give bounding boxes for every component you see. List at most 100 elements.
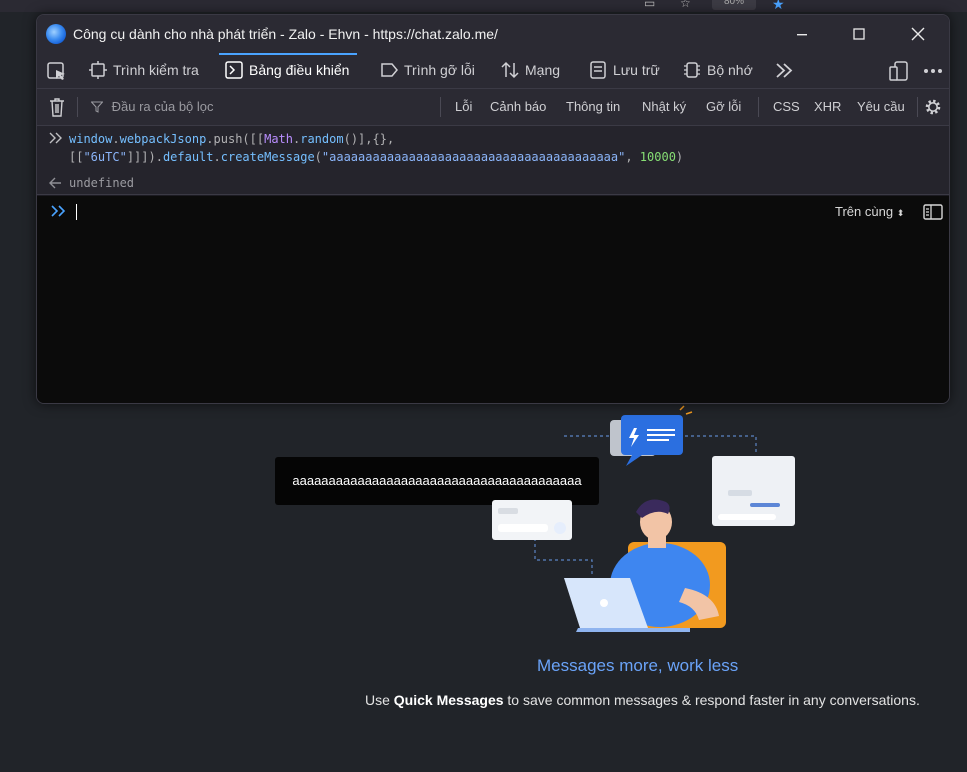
- console-result-entry[interactable]: undefined: [37, 172, 949, 195]
- responsive-design-icon: [889, 61, 908, 81]
- console-input-code: window.webpackJsonp.push([[Math.random()…: [69, 130, 683, 166]
- filter-warnings-button[interactable]: Cảnh báo: [490, 89, 546, 125]
- filter-placeholder: Đầu ra của bộ lọc: [111, 99, 214, 114]
- firefox-icon: [46, 24, 66, 44]
- filter-css-button[interactable]: CSS: [773, 89, 800, 125]
- quick-messages-subtitle: Use Quick Messages to save common messag…: [365, 692, 920, 708]
- responsive-design-button[interactable]: [889, 53, 909, 88]
- chevron-double-right-icon: [776, 63, 793, 78]
- divider: [77, 97, 78, 117]
- code-token: ]]]).: [126, 150, 163, 164]
- chevron-double-right-icon: [49, 132, 62, 144]
- picker-icon: [47, 62, 65, 80]
- clear-console-button[interactable]: [49, 89, 65, 125]
- code-token: [[: [69, 150, 84, 164]
- memory-icon: [684, 62, 700, 78]
- devtools-titlebar[interactable]: Công cụ dành cho nhà phát triển - Zalo -…: [37, 15, 949, 53]
- code-token: .push([[: [206, 132, 265, 146]
- quick-messages-illustration: [492, 405, 795, 632]
- chevron-double-right-icon: [51, 205, 66, 217]
- code-token: (: [314, 150, 322, 164]
- filter-errors-button[interactable]: Lỗi: [455, 89, 472, 125]
- tab-memory-label: Bộ nhớ: [707, 62, 753, 78]
- debugger-icon: [381, 63, 398, 77]
- window-title: Công cụ dành cho nhà phát triển - Zalo -…: [73, 26, 498, 42]
- devtools-menu-button[interactable]: [923, 53, 943, 88]
- tab-memory[interactable]: Bộ nhớ: [683, 53, 753, 88]
- console-input-line[interactable]: Trên cùng ⬍: [37, 196, 949, 403]
- more-tabs-button[interactable]: [775, 53, 793, 88]
- code-token: ): [675, 150, 684, 164]
- subtitle-suffix: to save common messages & respond faster…: [503, 692, 920, 708]
- text-caret: [76, 204, 77, 220]
- tab-inspector-label: Trình kiểm tra: [113, 62, 199, 78]
- code-token: webpackJsonp: [119, 132, 207, 146]
- code-token: ()],{},: [343, 132, 395, 146]
- tab-inspector[interactable]: Trình kiểm tra: [89, 53, 199, 88]
- divider: [440, 97, 441, 117]
- devtools-window: Công cụ dành cho nhà phát triển - Zalo -…: [36, 14, 950, 404]
- divider: [917, 97, 918, 117]
- divider: [758, 97, 759, 117]
- code-token: .: [213, 150, 221, 164]
- bookmark-add-icon[interactable]: ☆: [680, 0, 691, 10]
- trash-icon: [50, 98, 64, 117]
- maximize-button[interactable]: [848, 23, 870, 45]
- maximize-icon: [853, 28, 865, 40]
- code-token: .: [112, 132, 120, 146]
- console-result-value: undefined: [69, 176, 135, 190]
- filter-info-button[interactable]: Thông tin: [566, 89, 620, 125]
- minimize-icon: [797, 34, 807, 36]
- console-output: window.webpackJsonp.push([[Math.random()…: [37, 126, 949, 403]
- filter-logs-button[interactable]: Nhật ký: [642, 89, 686, 125]
- tab-network[interactable]: Mạng: [501, 53, 560, 88]
- editor-mode-dropdown[interactable]: Trên cùng ⬍: [835, 204, 904, 219]
- zoom-level-badge[interactable]: 80%: [712, 0, 756, 10]
- code-token: "aaaaaaaaaaaaaaaaaaaaaaaaaaaaaaaaaaaaaaa…: [321, 150, 626, 164]
- console-settings-button[interactable]: [923, 89, 943, 125]
- tab-storage[interactable]: Lưu trữ: [589, 53, 660, 88]
- tab-debugger-label: Trình gỡ lỗi: [404, 62, 475, 78]
- toggle-editor-button[interactable]: [923, 204, 943, 220]
- filter-xhr-button[interactable]: XHR: [814, 89, 841, 125]
- element-picker-button[interactable]: [47, 53, 69, 88]
- editor-mode-label: Trên cùng: [835, 204, 894, 219]
- arrow-left-icon: [49, 177, 61, 189]
- quick-messages-title-text: Messages more, work less: [537, 656, 739, 675]
- code-token: random: [300, 132, 344, 146]
- network-icon: [501, 61, 519, 79]
- code-token: Math: [264, 132, 293, 146]
- close-icon: [911, 27, 925, 41]
- code-token: default: [162, 150, 214, 164]
- reader-icon[interactable]: ▭: [644, 0, 655, 10]
- devtools-toolbar: Trình kiểm tra Bảng điều khiển Trình gỡ …: [37, 53, 949, 89]
- inspector-icon: [89, 61, 107, 79]
- bookmark-star-icon[interactable]: ★: [772, 0, 785, 13]
- filter-output-input[interactable]: Đầu ra của bộ lọc: [91, 89, 431, 125]
- console-filter-bar: Đầu ra của bộ lọc Lỗi Cảnh báo Thông tin…: [37, 89, 949, 126]
- console-input-entry[interactable]: window.webpackJsonp.push([[Math.random()…: [37, 126, 949, 172]
- tab-console-label: Bảng điều khiển: [249, 62, 350, 78]
- storage-icon: [590, 61, 606, 79]
- close-button[interactable]: [907, 23, 929, 45]
- filter-requests-button[interactable]: Yêu cầu: [857, 89, 905, 125]
- filter-icon: [91, 101, 103, 113]
- browser-toolbar-strip: ▭ ☆ 80% ★: [0, 0, 967, 12]
- subtitle-prefix: Use: [365, 692, 394, 708]
- code-token: ,: [625, 150, 640, 164]
- tab-debugger[interactable]: Trình gỡ lỗi: [380, 53, 475, 88]
- code-token: window: [69, 132, 113, 146]
- gear-icon: [925, 99, 941, 115]
- more-options-icon: [924, 69, 942, 73]
- code-token: 10000: [639, 150, 676, 164]
- minimize-button[interactable]: [791, 23, 813, 45]
- code-token: createMessage: [220, 150, 315, 164]
- subtitle-quick-messages: Quick Messages: [393, 692, 504, 708]
- filter-debug-button[interactable]: Gỡ lỗi: [706, 89, 741, 125]
- tab-console[interactable]: Bảng điều khiển: [218, 53, 358, 88]
- console-icon: [225, 61, 243, 79]
- code-token: "6uTC": [83, 150, 127, 164]
- tab-storage-label: Lưu trữ: [613, 62, 660, 78]
- updown-icon: ⬍: [896, 208, 905, 218]
- tab-network-label: Mạng: [525, 62, 561, 78]
